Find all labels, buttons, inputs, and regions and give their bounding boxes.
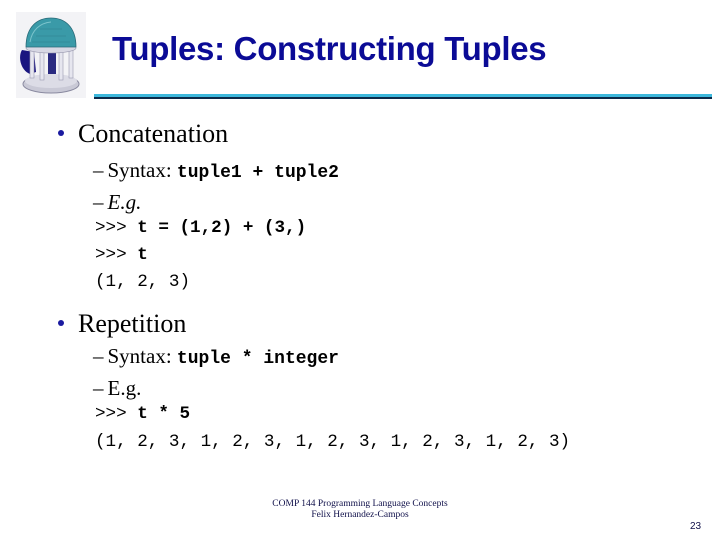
bullet-repetition: Repetition [58, 311, 186, 337]
dash-icon: – [93, 158, 104, 182]
bullet-heading: Repetition [78, 309, 187, 338]
syntax-label: Syntax: [107, 344, 172, 368]
dash-icon: – [93, 344, 104, 368]
code-line: >>> t [95, 245, 148, 265]
code-line: >>> t = (1,2) + (3,) [95, 218, 307, 238]
footer: COMP 144 Programming Language Concepts F… [200, 499, 520, 521]
syntax-line: – Syntax: tuple * integer [93, 344, 339, 369]
code-prompt: >>> [95, 245, 138, 265]
syntax-code: tuple1 + tuple2 [176, 163, 339, 183]
example-label: E.g. [107, 190, 142, 214]
slide-title: Tuples: Constructing Tuples [112, 30, 547, 67]
title-underline [94, 94, 712, 99]
syntax-line: – Syntax: tuple1 + tuple2 [93, 158, 339, 183]
code-prompt: >>> [95, 404, 138, 424]
footer-course: COMP 144 Programming Language Concepts [272, 499, 448, 509]
example-line: – E.g. [93, 192, 141, 213]
bullet-dot-icon [58, 320, 64, 327]
syntax-label: Syntax: [107, 158, 172, 182]
dash-icon: – [93, 190, 104, 214]
code-input: t = (1,2) + (3,) [137, 218, 307, 238]
page-number: 23 [690, 521, 702, 532]
bullet-heading: Concatenation [78, 119, 229, 148]
code-input: t * 5 [137, 404, 191, 424]
dash-icon: – [93, 376, 104, 400]
code-input: t [137, 245, 148, 265]
old-well-rotunda-icon [16, 12, 86, 98]
code-output: (1, 2, 3, 1, 2, 3, 1, 2, 3, 1, 2, 3, 1, … [95, 432, 571, 452]
code-prompt: >>> [95, 218, 138, 238]
code-line: >>> t * 5 [95, 404, 191, 424]
example-label: E.g. [107, 376, 142, 400]
code-output: (1, 2, 3) [95, 272, 191, 292]
bullet-dot-icon [58, 130, 64, 137]
footer-author: Felix Hernandez-Campos [311, 510, 409, 520]
syntax-code: tuple * integer [176, 349, 339, 369]
example-line: – E.g. [93, 378, 141, 399]
bullet-concatenation: Concatenation [58, 121, 228, 147]
